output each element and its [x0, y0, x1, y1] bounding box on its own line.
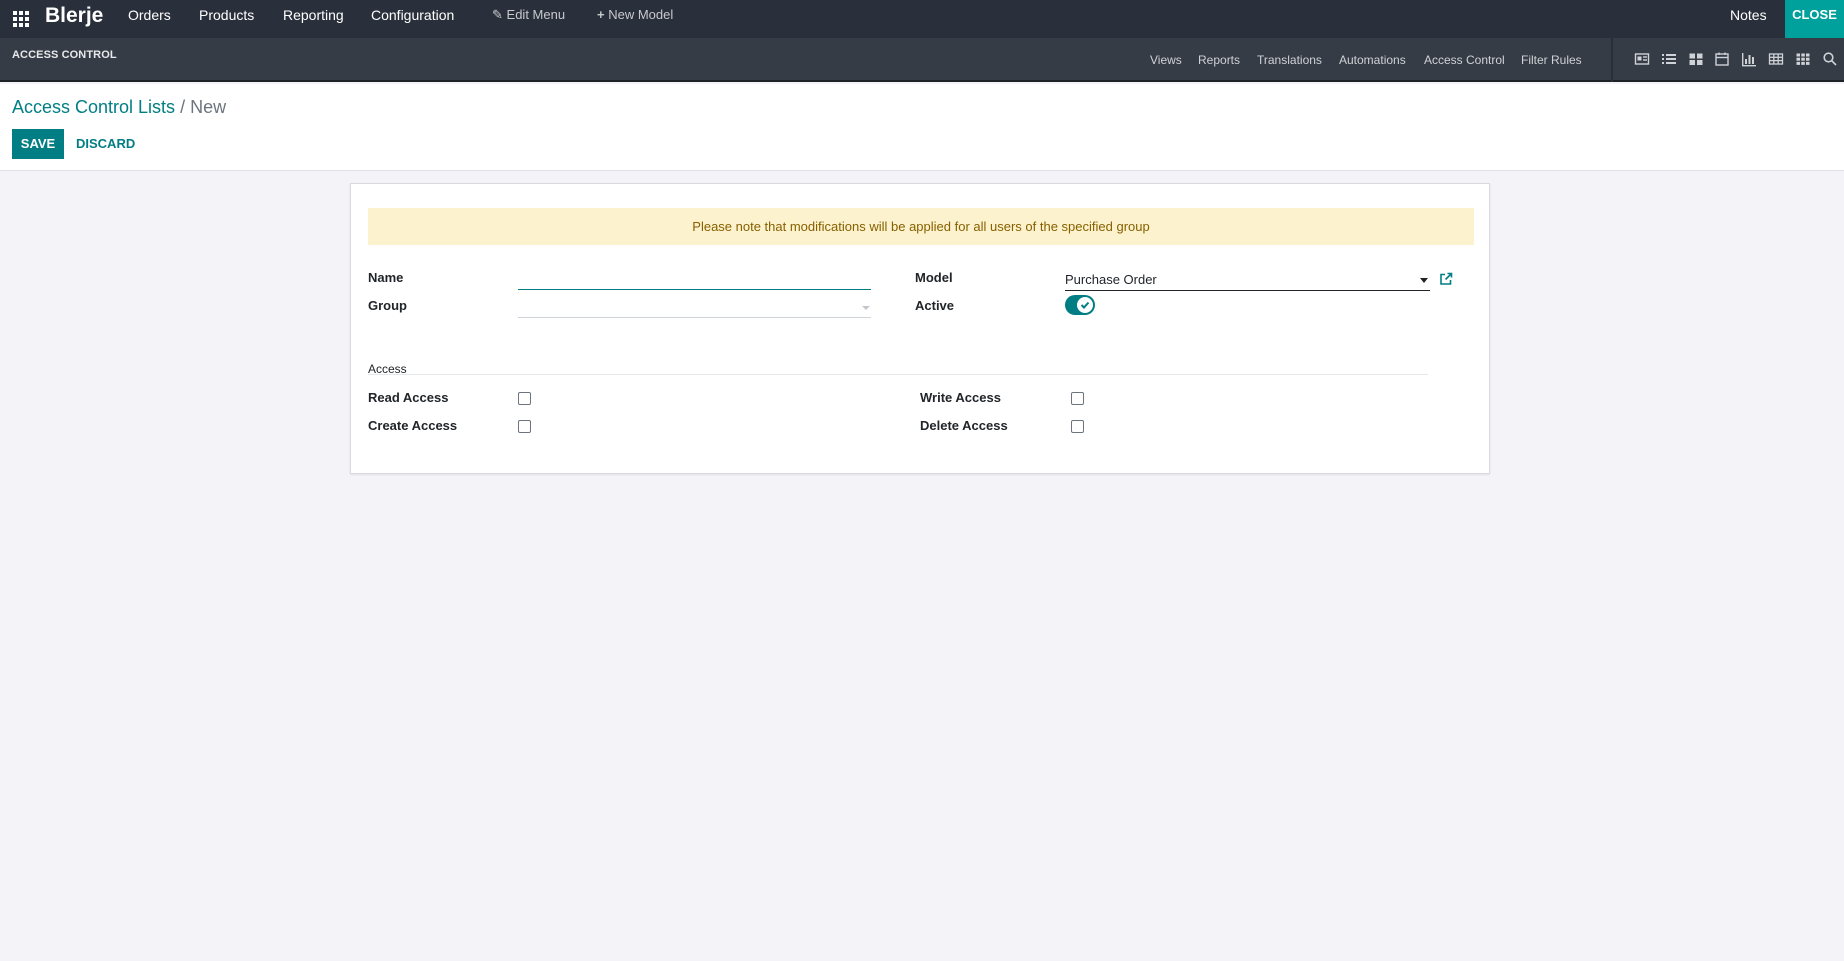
warning-alert: Please note that modifications will be a… — [368, 208, 1474, 245]
edit-menu-link[interactable]: ✎ Edit Menu — [492, 7, 565, 23]
control-panel: Access Control Lists / New SAVE DISCARD — [0, 84, 1844, 171]
model-select[interactable]: Purchase Order — [1065, 269, 1430, 291]
delete-access-checkbox[interactable] — [1071, 420, 1084, 433]
write-access-label: Write Access — [920, 390, 1001, 405]
close-studio-button[interactable]: CLOSE — [1785, 0, 1844, 38]
search-icon[interactable] — [1822, 51, 1838, 67]
breadcrumb-separator: / — [175, 97, 191, 117]
edit-menu-label: Edit Menu — [506, 7, 566, 22]
calendar-view-icon[interactable] — [1714, 51, 1730, 67]
apps-menu-icon[interactable] — [10, 8, 32, 30]
new-model-label: New Model — [608, 7, 674, 22]
pivot-view-icon[interactable] — [1768, 51, 1784, 67]
breadcrumb-current: New — [190, 97, 227, 117]
name-label: Name — [368, 270, 404, 285]
read-access-checkbox[interactable] — [518, 392, 531, 405]
toggle-knob — [1077, 297, 1093, 313]
subbar-divider — [1611, 38, 1613, 82]
group-label: Group — [368, 298, 407, 313]
list-view-icon[interactable] — [1661, 51, 1677, 67]
tab-access-control[interactable]: Access Control — [1424, 53, 1505, 67]
model-value-text: Purchase Order — [1065, 272, 1157, 287]
create-access-label: Create Access — [368, 418, 458, 433]
active-label: Active — [915, 298, 955, 313]
create-access-checkbox[interactable] — [518, 420, 531, 433]
app-brand[interactable]: Blerje — [45, 4, 103, 28]
new-model-link[interactable]: + New Model — [597, 7, 673, 22]
tab-views[interactable]: Views — [1150, 53, 1182, 67]
tab-automations[interactable]: Automations — [1339, 53, 1406, 67]
access-section-divider — [368, 374, 1428, 375]
graph-view-icon[interactable] — [1741, 51, 1757, 67]
save-button[interactable]: SAVE — [12, 129, 64, 159]
form-view-icon[interactable] — [1634, 51, 1650, 67]
read-access-label: Read Access — [368, 390, 449, 405]
group-dropdown-caret-icon[interactable] — [862, 306, 870, 310]
model-label: Model — [915, 270, 953, 285]
studio-section-title: ACCESS CONTROL — [12, 49, 117, 61]
group-select[interactable] — [518, 296, 871, 318]
form-sheet: Please note that modifications will be a… — [350, 183, 1490, 474]
tab-filter-rules[interactable]: Filter Rules — [1521, 53, 1582, 67]
plus-icon: + — [597, 7, 605, 22]
pencil-icon: ✎ — [492, 7, 503, 22]
grid-view-icon[interactable] — [1795, 51, 1811, 67]
delete-access-label: Delete Access — [920, 418, 1008, 433]
discard-button[interactable]: DISCARD — [76, 129, 135, 159]
main-navbar: Blerje Orders Products Reporting Configu… — [0, 0, 1844, 38]
menu-products[interactable]: Products — [199, 7, 254, 23]
studio-subbar: ACCESS CONTROL Views Reports Translation… — [0, 38, 1844, 82]
menu-reporting[interactable]: Reporting — [283, 7, 344, 23]
notes-button[interactable]: Notes — [1730, 7, 1767, 23]
menu-orders[interactable]: Orders — [128, 7, 171, 23]
breadcrumb-access-control-lists[interactable]: Access Control Lists — [12, 97, 175, 117]
model-dropdown-caret-icon[interactable] — [1420, 278, 1428, 283]
tab-reports[interactable]: Reports — [1198, 53, 1240, 67]
breadcrumb: Access Control Lists / New — [12, 97, 226, 118]
menu-configuration[interactable]: Configuration — [371, 7, 454, 23]
kanban-view-icon[interactable] — [1688, 51, 1704, 67]
external-link-icon[interactable] — [1438, 271, 1454, 287]
write-access-checkbox[interactable] — [1071, 392, 1084, 405]
active-toggle[interactable] — [1065, 295, 1095, 315]
name-input[interactable] — [518, 268, 871, 290]
tab-translations[interactable]: Translations — [1257, 53, 1322, 67]
